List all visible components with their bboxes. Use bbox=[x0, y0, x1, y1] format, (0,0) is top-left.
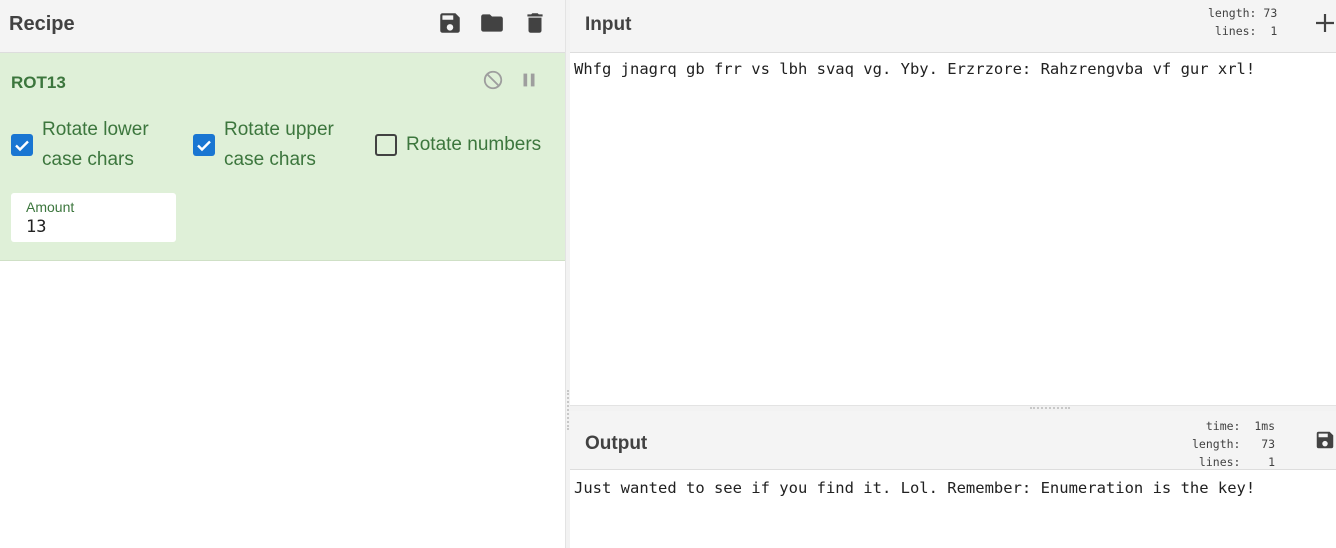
input-stats: length: 73 lines: 1 bbox=[1208, 4, 1277, 40]
output-panel: Output time: 1ms length: 73 lines: 1 Jus… bbox=[570, 411, 1336, 548]
rotate-lower-label: Rotate lower case chars bbox=[42, 115, 149, 175]
rotate-upper-label: Rotate upper case chars bbox=[224, 115, 334, 175]
length-value: 73 bbox=[1261, 437, 1276, 451]
rotate-numbers-label: Rotate numbers bbox=[406, 134, 542, 155]
output-header: Output time: 1ms length: 73 lines: 1 bbox=[570, 411, 1336, 470]
disable-icon[interactable] bbox=[482, 69, 504, 91]
lines-label: lines: bbox=[1198, 455, 1241, 469]
length-value: 73 bbox=[1263, 6, 1278, 20]
rotate-lower-line2: case chars bbox=[42, 149, 134, 170]
rotate-upper-line1: Rotate upper bbox=[224, 119, 334, 140]
output-stats: time: 1ms length: 73 lines: 1 bbox=[1192, 417, 1275, 471]
input-textarea[interactable]: Whfg jnagrq gb frr vs lbh svaq vg. Yby. … bbox=[574, 60, 1255, 78]
amount-label: Amount bbox=[26, 199, 75, 215]
rotate-upper-checkbox[interactable]: Rotate upper case chars bbox=[193, 115, 334, 175]
input-title: Input bbox=[585, 14, 632, 35]
time-value: 1ms bbox=[1254, 419, 1276, 433]
output-textarea[interactable]: Just wanted to see if you find it. Lol. … bbox=[574, 479, 1255, 497]
save-icon[interactable] bbox=[437, 10, 463, 36]
lines-value: 1 bbox=[1270, 24, 1278, 38]
lines-value: 1 bbox=[1268, 455, 1276, 469]
recipe-panel: Recipe ROT13 Rotate lower case chars Rot… bbox=[0, 0, 565, 548]
rot13-operation: ROT13 Rotate lower case chars Rotate upp… bbox=[0, 53, 565, 261]
operation-title: ROT13 bbox=[11, 73, 66, 92]
rotate-numbers-checkbox[interactable]: Rotate numbers bbox=[375, 130, 541, 160]
time-label: time: bbox=[1205, 419, 1241, 433]
input-header: Input length: 73 lines: 1 bbox=[570, 0, 1336, 53]
save-output-icon[interactable] bbox=[1314, 429, 1336, 451]
rotate-lower-checkbox[interactable]: Rotate lower case chars bbox=[11, 115, 149, 175]
input-panel: Input length: 73 lines: 1 Whfg jnagrq gb… bbox=[570, 0, 1336, 405]
amount-value[interactable]: 13 bbox=[26, 217, 46, 237]
checkbox-empty-icon bbox=[375, 134, 397, 156]
check-icon bbox=[11, 134, 33, 156]
lines-label: lines: bbox=[1214, 24, 1257, 38]
pause-icon[interactable] bbox=[518, 69, 540, 91]
trash-icon[interactable] bbox=[522, 10, 548, 36]
folder-icon[interactable] bbox=[479, 10, 505, 36]
recipe-title: Recipe bbox=[9, 13, 75, 35]
check-icon bbox=[193, 134, 215, 156]
add-input-icon[interactable] bbox=[1314, 12, 1336, 34]
output-title: Output bbox=[585, 433, 648, 454]
rotate-lower-line1: Rotate lower bbox=[42, 119, 149, 140]
recipe-header: Recipe bbox=[0, 0, 565, 53]
length-label: length: bbox=[1192, 437, 1241, 451]
rotate-upper-line2: case chars bbox=[224, 149, 316, 170]
length-label: length: bbox=[1208, 6, 1257, 20]
amount-field[interactable]: Amount 13 bbox=[11, 193, 176, 242]
